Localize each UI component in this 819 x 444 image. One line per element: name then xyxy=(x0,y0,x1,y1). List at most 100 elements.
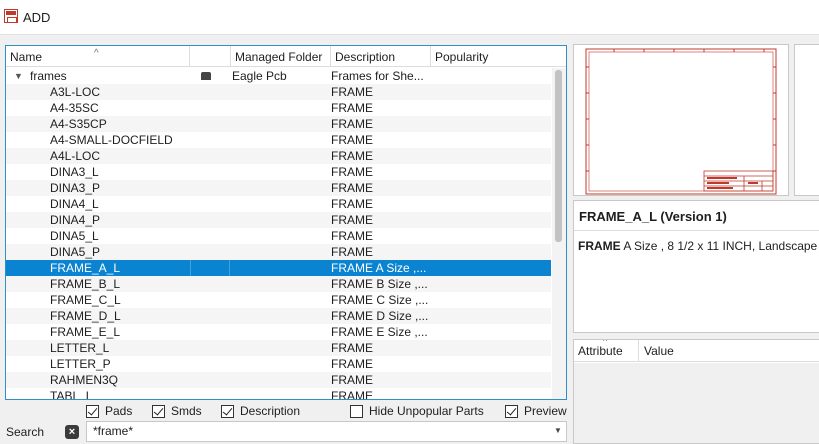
part-name: RAHMEN3Q xyxy=(50,373,119,387)
managed-folder-cell xyxy=(190,372,230,388)
description-checkbox-box[interactable] xyxy=(221,405,234,418)
pads-checkbox-box[interactable] xyxy=(86,405,99,418)
group-folder: Eagle Pcb xyxy=(232,69,287,83)
pads-label: Pads xyxy=(105,404,133,418)
managed-folder-cell xyxy=(190,388,230,399)
table-row[interactable]: A4-35SC FRAME xyxy=(6,100,551,116)
managed-folder-cell xyxy=(190,180,230,196)
part-description-cell: FRAME E Size ,... xyxy=(331,325,428,339)
part-name: DINA5_L xyxy=(50,229,99,243)
part-name: DINA5_P xyxy=(50,245,101,259)
library-tree[interactable]: Name ^ Managed Folder Description Popula… xyxy=(5,45,567,400)
attribute-body xyxy=(574,363,819,443)
info-divider xyxy=(574,230,819,231)
column-header-icon[interactable] xyxy=(190,46,231,67)
part-description-cell: FRAME xyxy=(331,85,373,99)
managed-folder-cell xyxy=(190,340,230,356)
part-name: A4-35SC xyxy=(50,101,99,115)
table-row[interactable]: A3L-LOC FRAME xyxy=(6,84,551,100)
managed-folder-cell xyxy=(190,132,230,148)
frame-preview xyxy=(573,44,789,196)
table-row[interactable]: A4L-LOC FRAME xyxy=(6,148,551,164)
tree-rows: ▼ frames Eagle Pcb Frames for She... A3L… xyxy=(6,68,551,399)
column-popularity-label: Popularity xyxy=(435,50,489,64)
add-dialog: ADD Name ^ Managed Folder Description Po… xyxy=(0,0,819,444)
frame-preview-drawing xyxy=(585,48,777,195)
group-description: Frames for She... xyxy=(331,69,424,83)
table-row[interactable]: TABL_L FRAME xyxy=(6,388,551,399)
table-row[interactable]: DINA4_L FRAME xyxy=(6,196,551,212)
search-input[interactable]: *frame* xyxy=(86,421,567,442)
part-name: A4-SMALL-DOCFIELD xyxy=(50,133,173,147)
managed-folder-cell xyxy=(190,212,230,228)
managed-folder-cell xyxy=(190,276,230,292)
part-description-cell: FRAME xyxy=(331,197,373,211)
part-description-cell: FRAME xyxy=(331,133,373,147)
part-name: A3L-LOC xyxy=(50,85,101,99)
chevron-down-icon[interactable]: ▼ xyxy=(554,426,562,435)
scrollbar-thumb[interactable] xyxy=(555,70,562,242)
managed-folder-cell xyxy=(190,100,230,116)
managed-folder-cell xyxy=(190,196,230,212)
part-description-cell: FRAME xyxy=(331,149,373,163)
clear-search-icon[interactable]: × xyxy=(65,425,79,439)
tree-group-frames[interactable]: ▼ frames Eagle Pcb Frames for She... xyxy=(6,68,551,84)
table-row[interactable]: FRAME_C_L FRAME C Size ,... xyxy=(6,292,551,308)
part-description-cell: FRAME xyxy=(331,357,373,371)
table-row[interactable]: LETTER_L FRAME xyxy=(6,340,551,356)
part-title: FRAME_A_L (Version 1) xyxy=(579,209,727,224)
search-label: Search xyxy=(6,425,45,439)
part-description-cell: FRAME A Size ,... xyxy=(331,261,427,275)
part-description-cell: FRAME xyxy=(331,165,373,179)
part-description-cell: FRAME xyxy=(331,101,373,115)
table-row[interactable]: FRAME_B_L FRAME B Size ,... xyxy=(6,276,551,292)
value-column-header[interactable]: Value xyxy=(644,344,674,358)
attribute-header: ^ Attribute Value xyxy=(574,340,819,362)
column-header-folder[interactable]: Managed Folder xyxy=(231,46,331,67)
tree-scrollbar[interactable] xyxy=(552,68,566,399)
attribute-table: ^ Attribute Value xyxy=(573,339,819,444)
column-header-description[interactable]: Description xyxy=(331,46,431,67)
part-name: LETTER_P xyxy=(50,357,111,371)
part-name: LETTER_L xyxy=(50,341,110,355)
table-row[interactable]: FRAME_A_L FRAME A Size ,... xyxy=(6,260,551,276)
schematic-app-icon xyxy=(4,9,18,23)
smds-checkbox-box[interactable] xyxy=(152,405,165,418)
managed-folder-cell xyxy=(190,244,230,260)
window-title: ADD xyxy=(23,10,51,25)
part-description-cell: FRAME xyxy=(331,373,373,387)
managed-folder-cell xyxy=(190,148,230,164)
managed-folder-cell xyxy=(190,292,230,308)
part-name: FRAME_A_L xyxy=(50,261,121,275)
part-description-cell: FRAME xyxy=(331,213,373,227)
drive-icon xyxy=(201,72,211,80)
table-row[interactable]: DINA4_P FRAME xyxy=(6,212,551,228)
part-description-cell: FRAME xyxy=(331,341,373,355)
table-row[interactable]: DINA5_L FRAME xyxy=(6,228,551,244)
hide-unpopular-checkbox-box[interactable] xyxy=(350,405,363,418)
table-row[interactable]: DINA5_P FRAME xyxy=(6,244,551,260)
table-row[interactable]: DINA3_P FRAME xyxy=(6,180,551,196)
managed-folder-cell xyxy=(190,164,230,180)
attribute-column-header[interactable]: Attribute xyxy=(578,344,623,358)
symbol-preview xyxy=(794,44,819,196)
title-bar: ADD xyxy=(0,0,819,35)
preview-checkbox-box[interactable] xyxy=(505,405,518,418)
table-row[interactable]: A4-SMALL-DOCFIELD FRAME xyxy=(6,132,551,148)
part-name: DINA3_L xyxy=(50,165,99,179)
column-header-popularity[interactable]: Popularity xyxy=(431,46,566,67)
table-row[interactable]: LETTER_P FRAME xyxy=(6,356,551,372)
table-row[interactable]: FRAME_D_L FRAME D Size ,... xyxy=(6,308,551,324)
table-row[interactable]: RAHMEN3Q FRAME xyxy=(6,372,551,388)
table-row[interactable]: A4-S35CP FRAME xyxy=(6,116,551,132)
part-name: A4L-LOC xyxy=(50,149,101,163)
managed-folder-cell xyxy=(190,356,230,372)
sort-ascending-icon: ^ xyxy=(94,48,99,59)
part-name: FRAME_C_L xyxy=(50,293,121,307)
table-row[interactable]: DINA3_L FRAME xyxy=(6,164,551,180)
part-name: DINA3_P xyxy=(50,181,101,195)
table-row[interactable]: FRAME_E_L FRAME E Size ,... xyxy=(6,324,551,340)
column-header-name[interactable]: Name ^ xyxy=(6,46,190,67)
column-name-label: Name xyxy=(10,50,43,64)
part-description-text: A Size , 8 1/2 x 11 INCH, Landscape xyxy=(620,239,818,253)
